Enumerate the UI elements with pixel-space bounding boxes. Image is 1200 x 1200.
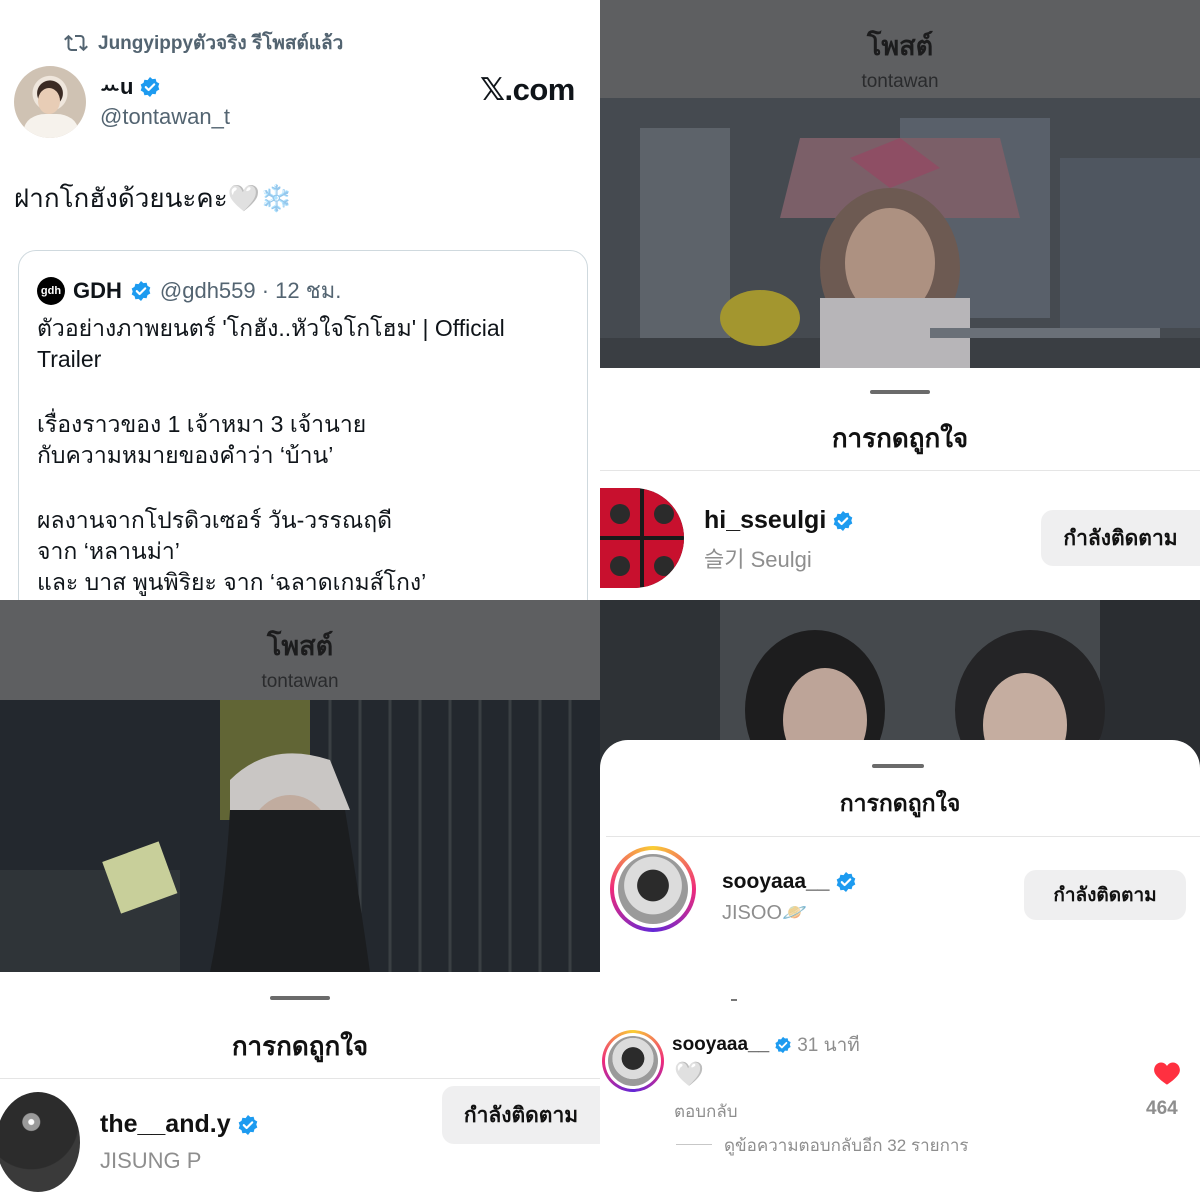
post-photo[interactable] [600, 98, 1200, 368]
view-replies-line [676, 1144, 712, 1145]
tweet-panel: Jungyippyตัวจริง รีโพสต์แล้ว ꕀu @tontawa… [0, 0, 600, 600]
sheet-grabber[interactable] [270, 996, 330, 1000]
sheet-divider [606, 836, 1200, 837]
likes-sheet-title: การกดถูกใจ [839, 790, 961, 816]
author-avatar[interactable] [14, 66, 86, 138]
likes-sheet-title: การกดถูกใจ [231, 1031, 369, 1061]
ig-likes-panel-andy: โพสต์ tontawan การกดถูกใจ the__and.y JIS… [0, 600, 600, 1200]
ig-likes-panel-seulgi: โพสต์ tontawan การกดถูกใจ hi_sseulgi 슬기 … [600, 0, 1200, 600]
liker-row[interactable]: hi_sseulgi 슬기 Seulgi กำลังติดตาม [600, 488, 1200, 588]
verified-badge-icon [833, 510, 853, 531]
ig-likes-panel-jisoo: การกดถูกใจ sooyaaa__ JISOO🪐 กำลังติดตาม … [600, 600, 1200, 1200]
reply-button[interactable]: ตอบกลับ [674, 1098, 738, 1125]
author-handle[interactable]: @tontawan_t [100, 104, 230, 130]
liker-username-line[interactable]: hi_sseulgi [704, 506, 854, 535]
liker-username-line[interactable]: the__and.y [100, 1110, 259, 1139]
commenter-username[interactable]: sooyaaa__ [672, 1034, 769, 1056]
commenter-avatar[interactable] [608, 1036, 658, 1086]
post-header-user[interactable]: tontawan [600, 71, 1200, 93]
comment-time: 31 นาที [797, 1035, 860, 1056]
comment-like-count: 464 [1146, 1098, 1178, 1119]
post-photo-illustration [600, 98, 1200, 368]
quoted-line: Trailer [37, 346, 102, 372]
quoted-author-name: GDH [73, 277, 122, 303]
verified-badge-icon [238, 1114, 257, 1135]
separator-dash [731, 999, 737, 1001]
following-button[interactable]: กำลังติดตาม [442, 1086, 600, 1144]
liker-avatar[interactable] [600, 488, 684, 588]
quoted-line: ผลงานจากโปรดิวเซอร์ วัน-วรรณฤดี [37, 507, 393, 533]
quoted-line: จาก ‘หลานม่า’ [37, 538, 180, 564]
liker-avatar-art [600, 488, 684, 588]
sheet-divider [0, 1078, 600, 1079]
liker-username: the__and.y [100, 1110, 231, 1138]
like-heart-icon[interactable] [1153, 1060, 1181, 1086]
author-name-line[interactable]: ꕀu [100, 74, 161, 100]
comment-item: sooyaaa__ 31 นาที 🤍 ตอบกลับ 464 ดูข้อควา… [600, 1020, 1200, 1200]
liker-fullname: JISUNG P [100, 1148, 202, 1173]
liker-row[interactable]: the__and.y JISUNG P กำลังติดตาม [0, 1086, 600, 1200]
liker-username: hi_sseulgi [704, 506, 827, 534]
quoted-author-meta: @gdh559 · 12 ชม. [159, 278, 342, 303]
quoted-line: ตัวอย่างภาพยนตร์ 'โกฮัง..หัวใจโกโฮม' | O… [37, 315, 505, 341]
quoted-tweet-body: ตัวอย่างภาพยนตร์ 'โกฮัง..หัวใจโกโฮม' | O… [37, 313, 567, 600]
tweet-text: ฝากโกฮังด้วยนะคะ🤍❄️ [14, 183, 293, 213]
liker-avatar[interactable] [618, 854, 688, 924]
post-photo-illustration [0, 700, 600, 972]
repost-indicator[interactable]: Jungyippyตัวจริง รีโพสต์แล้ว [64, 28, 343, 58]
sheet-grabber[interactable] [872, 764, 924, 768]
liker-fullname: JISOO🪐 [722, 902, 807, 924]
gdh-logo: gdh [37, 276, 65, 305]
following-button[interactable]: กำลังติดตาม [1024, 870, 1186, 920]
verified-badge-icon [837, 872, 856, 892]
author-display-name: ꕀu [100, 74, 134, 99]
post-photo[interactable] [0, 700, 600, 972]
likes-sheet: การกดถูกใจ hi_sseulgi 슬기 Seulgi กำลังติด… [600, 368, 1200, 600]
liker-fullname: 슬기 Seulgi [704, 547, 812, 572]
following-button[interactable]: กำลังติดตาม [1041, 510, 1200, 566]
x-com-watermark: 𝕏.com [480, 72, 575, 107]
quoted-paragraph: ผลงานจากโปรดิวเซอร์ วัน-วรรณฤดี จาก ‘หลา… [37, 505, 567, 598]
quoted-line: เรื่องราวของ 1 เจ้าหมา 3 เจ้านาย [37, 411, 367, 437]
post-header-user[interactable]: tontawan [0, 671, 600, 693]
quoted-line: และ บาส พูนพิริยะ จาก ‘ฉลาดเกมส์โกง’ [37, 569, 427, 595]
comment-text: 🤍 [674, 1061, 704, 1088]
liker-avatar[interactable] [0, 1092, 80, 1192]
quoted-paragraph: เรื่องราวของ 1 เจ้าหมา 3 เจ้านาย กับความ… [37, 409, 567, 471]
view-replies-button[interactable]: ดูข้อความตอบกลับอีก 32 รายการ [724, 1132, 969, 1159]
liker-username: sooyaaa__ [722, 870, 830, 893]
quoted-paragraph: ตัวอย่างภาพยนตร์ 'โกฮัง..หัวใจโกโฮม' | O… [37, 313, 567, 375]
verified-badge-icon [131, 280, 151, 301]
post-header: โพสต์ tontawan [600, 0, 1200, 98]
likes-sheet: การกดถูกใจ the__and.y JISUNG P กำลังติดต… [0, 972, 600, 1200]
liker-row[interactable]: sooyaaa__ JISOO🪐 กำลังติดตาม [600, 840, 1200, 960]
liker-username-line[interactable]: sooyaaa__ [722, 870, 857, 894]
post-header-title: โพสต์ [866, 31, 934, 61]
repost-icon [64, 34, 88, 52]
post-header-title: โพสต์ [266, 631, 334, 661]
sheet-grabber[interactable] [870, 390, 930, 394]
post-header: โพสต์ tontawan [0, 600, 600, 700]
repost-text: Jungyippyตัวจริง รีโพสต์แล้ว [98, 33, 344, 54]
verified-badge-icon [141, 77, 160, 97]
quoted-tweet-header: gdh GDH @gdh559 · 12 ชม. [37, 273, 341, 308]
quoted-line: กับความหมายของคำว่า ‘บ้าน’ [37, 442, 334, 468]
sheet-divider [600, 470, 1200, 471]
likes-sheet-title: การกดถูกใจ [831, 423, 969, 453]
verified-badge-icon [775, 1036, 791, 1054]
quoted-tweet[interactable]: gdh GDH @gdh559 · 12 ชม. ตัวอย่างภาพยนตร… [18, 250, 588, 600]
comment-header: sooyaaa__ 31 นาที [672, 1030, 860, 1060]
